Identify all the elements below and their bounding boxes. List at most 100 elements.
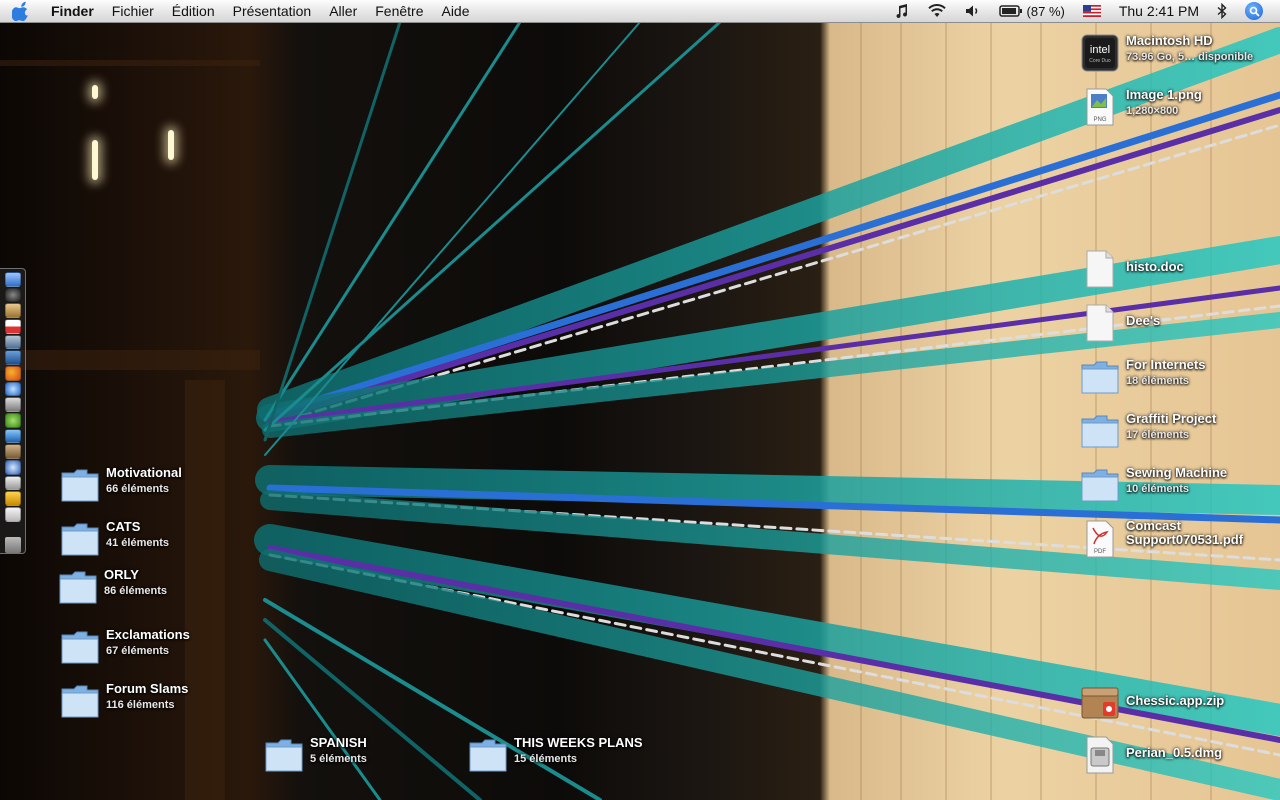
pdf-file-icon: PDF	[1080, 519, 1120, 559]
menu-fenetre[interactable]: Fenêtre	[366, 0, 432, 22]
menu-edition[interactable]: Édition	[163, 0, 224, 22]
widget-icon[interactable]	[4, 397, 21, 413]
mail-icon[interactable]	[4, 428, 21, 444]
bluetooth-icon[interactable]	[1208, 0, 1236, 22]
file-name: Comcast Support070531.pdf	[1126, 518, 1244, 547]
folder-count: 5 éléments	[310, 753, 367, 765]
folder-count: 41 éléments	[106, 537, 169, 549]
network-icon[interactable]	[4, 460, 21, 475]
folder-name: For Internets	[1126, 357, 1206, 372]
itunes-menu-icon[interactable]	[886, 0, 918, 22]
file-name: histo.doc	[1126, 259, 1184, 274]
wifi-icon[interactable]	[918, 0, 956, 22]
folder-name: CATS	[106, 519, 141, 534]
folder-cats[interactable]: CATS 41 éléments	[60, 519, 169, 559]
address-icon[interactable]	[4, 444, 21, 460]
file-name: Image 1.png	[1126, 87, 1202, 102]
menu-aide[interactable]: Aide	[432, 0, 478, 22]
svg-text:PNG: PNG	[1093, 117, 1106, 123]
folder-spanish[interactable]: SPANISH 5 éléments	[264, 735, 367, 775]
safari-icon[interactable]	[4, 381, 21, 397]
battery-icon	[998, 5, 1022, 17]
folder-orly[interactable]: ORLY 86 éléments	[58, 567, 167, 607]
folder-count: 17 éléments	[1126, 429, 1189, 441]
firefox-icon[interactable]	[4, 366, 21, 381]
folder-sewing-machine[interactable]: Sewing Machine 10 éléments	[1080, 465, 1227, 505]
battery-percent: (87 %)	[1026, 3, 1065, 19]
folder-this-weeks-plans[interactable]: THIS WEEKS PLANS 15 éléments	[468, 735, 643, 775]
apple-menu-icon[interactable]	[12, 1, 30, 21]
folder-icon	[1080, 411, 1120, 451]
menu-finder[interactable]: Finder	[42, 0, 103, 22]
menu-aller[interactable]: Aller	[320, 0, 366, 22]
folder-name: Forum Slams	[106, 681, 189, 696]
folder-name: SPANISH	[310, 735, 367, 750]
folder-exclamations[interactable]: Exclamations 67 éléments	[60, 627, 190, 667]
document-icon	[1080, 303, 1120, 343]
folder-icon	[60, 627, 100, 667]
folder-name: Sewing Machine	[1126, 465, 1228, 480]
itunes-icon[interactable]	[4, 413, 21, 428]
script-icon[interactable]	[4, 475, 21, 491]
file-perian-dmg[interactable]: Perian_0.5.dmg	[1080, 735, 1222, 775]
file-name: Perian_0.5.dmg	[1126, 745, 1223, 760]
money-icon[interactable]	[4, 491, 21, 507]
svg-text:Core Duo: Core Duo	[1089, 58, 1111, 64]
dashboard-icon[interactable]	[4, 287, 21, 303]
folder-icon	[60, 465, 100, 505]
menu-fichier[interactable]: Fichier	[103, 0, 163, 22]
folder-motivational[interactable]: Motivational 66 éléments	[60, 465, 182, 505]
folder-name: THIS WEEKS PLANS	[514, 735, 643, 750]
file-dees[interactable]: Dee's	[1080, 303, 1160, 343]
trash-icon[interactable]	[4, 536, 21, 554]
drive-info: 73.96 Go, 5… disponible	[1126, 51, 1254, 63]
file-name: Dee's	[1126, 313, 1161, 328]
folder-icon	[1080, 465, 1120, 505]
macintosh-hd-drive[interactable]: intel Core Duo Macintosh HD 73.96 Go, 5……	[1080, 33, 1253, 73]
png-file-icon: PNG	[1080, 87, 1120, 127]
folder-icon	[468, 735, 508, 775]
calendar-icon[interactable]	[4, 319, 21, 334]
folder-icon	[1080, 357, 1120, 397]
ical-icon[interactable]	[4, 303, 21, 319]
folder-name: Graffiti Project	[1126, 411, 1217, 426]
folder-icon	[264, 735, 304, 775]
folder-for-internets[interactable]: For Internets 18 éléments	[1080, 357, 1205, 397]
file-histo-doc[interactable]: histo.doc	[1080, 249, 1184, 289]
battery-status[interactable]: (87 %)	[990, 0, 1074, 22]
menu-clock[interactable]: Thu 2:41 PM	[1110, 0, 1208, 22]
spotlight-button[interactable]	[1236, 0, 1272, 22]
side-dock	[0, 268, 26, 554]
folder-count: 116 éléments	[106, 699, 175, 711]
disk-image-icon	[1080, 735, 1120, 775]
menu-presentation[interactable]: Présentation	[224, 0, 321, 22]
file-image-1-png[interactable]: PNG Image 1.png 1,280×800	[1080, 87, 1202, 127]
folder-name: Motivational	[106, 465, 182, 480]
finder-icon[interactable]	[4, 272, 21, 287]
folder-icon	[60, 681, 100, 721]
volume-icon[interactable]	[956, 0, 990, 22]
file-chessic-zip[interactable]: Chessic.app.zip	[1080, 683, 1224, 723]
spotlight-icon	[1245, 2, 1263, 20]
folder-name: Exclamations	[106, 627, 190, 642]
system-prefs-icon[interactable]	[4, 334, 21, 350]
folder-graffiti-project[interactable]: Graffiti Project 17 éléments	[1080, 411, 1216, 451]
utility-icon[interactable]	[4, 507, 21, 522]
folder-count: 86 éléments	[104, 585, 167, 597]
document-icon	[1080, 249, 1120, 289]
folder-name: ORLY	[104, 567, 139, 582]
folder-count: 66 éléments	[106, 483, 169, 495]
input-flag-icon[interactable]	[1074, 0, 1110, 22]
folder-count: 67 éléments	[106, 645, 169, 657]
folder-forum-slams[interactable]: Forum Slams 116 éléments	[60, 681, 188, 721]
folder-icon	[58, 567, 98, 607]
menu-bar: Finder Fichier Édition Présentation Alle…	[0, 0, 1280, 23]
file-comcast-pdf[interactable]: PDF Comcast Support070531.pdf	[1080, 519, 1256, 559]
svg-text:PDF: PDF	[1094, 549, 1106, 555]
folder-count: 18 éléments	[1126, 375, 1189, 387]
iphoto-icon[interactable]	[4, 350, 21, 366]
folder-count: 15 éléments	[514, 753, 577, 765]
svg-text:intel: intel	[1090, 44, 1110, 56]
folder-count: 10 éléments	[1126, 483, 1189, 495]
file-name: Chessic.app.zip	[1126, 693, 1225, 708]
